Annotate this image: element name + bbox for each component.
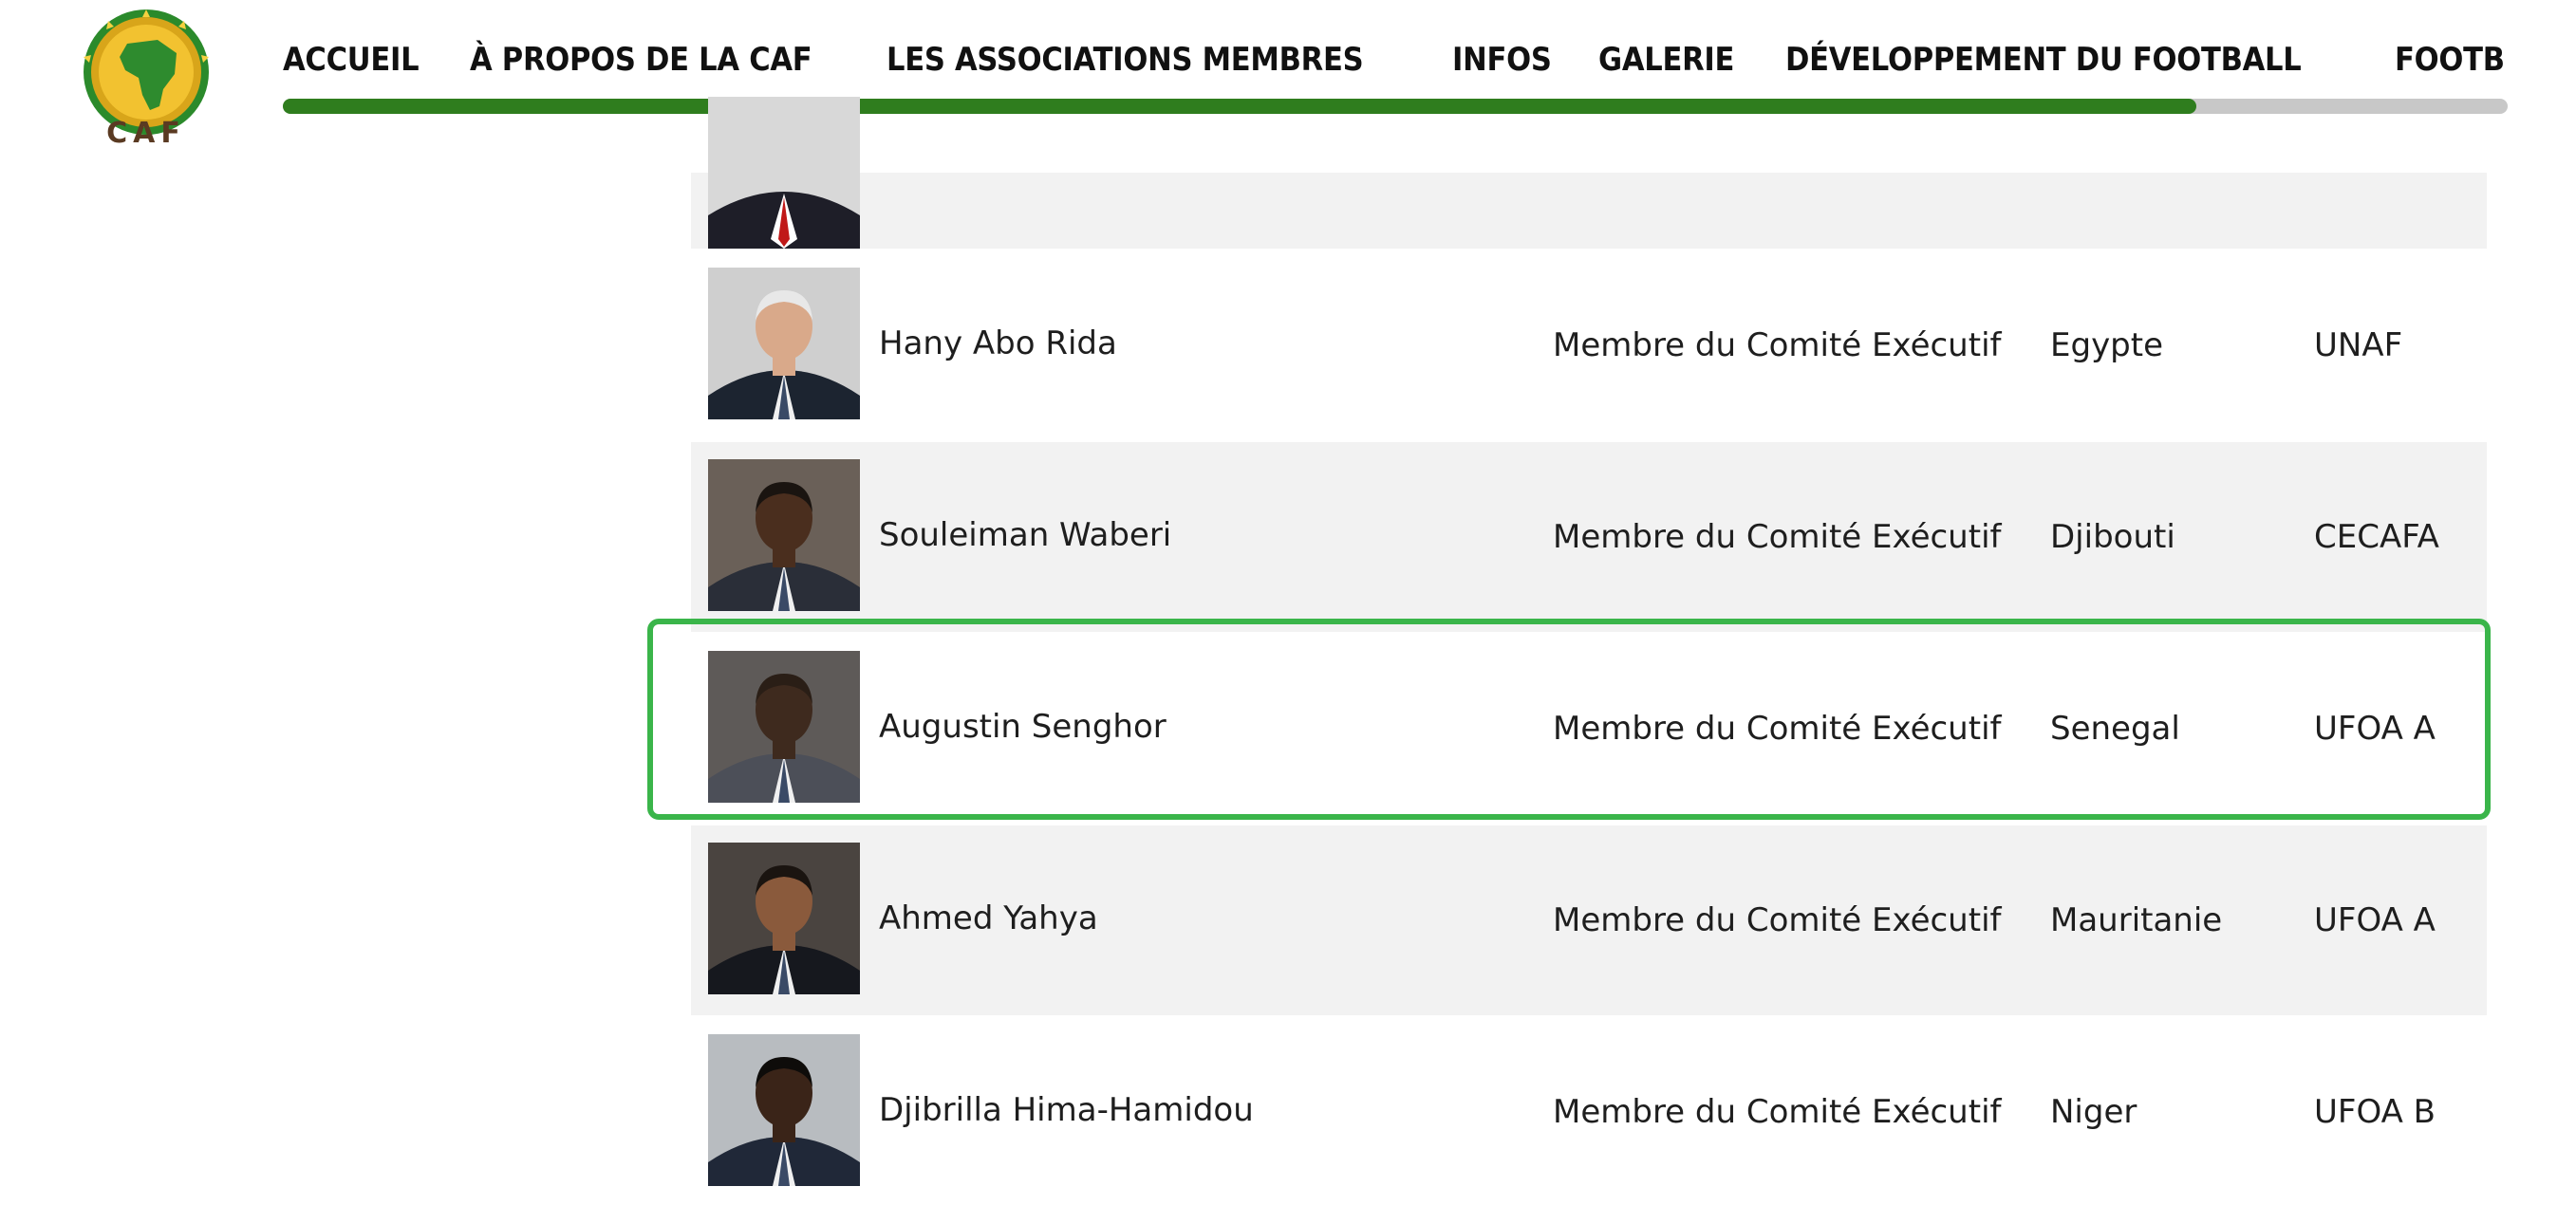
nav-item[interactable]: À PROPOS DE LA CAF [470,36,812,83]
member-country: Egypte [2050,326,2164,364]
member-country: Senegal [2050,710,2180,748]
member-name: Djibrilla Hima-Hamidou [879,1091,1254,1129]
main-nav: ACCUEIL À PROPOS DE LA CAF LES ASSOCIATION… [283,36,2504,83]
table-row[interactable]: Hany Abo Rida Membre du Comité Exécutif Eg… [691,250,2487,442]
members-table: Hany Abo Rida Membre du Comité Exécutif Eg… [691,97,2487,1205]
member-role: Membre du Comité Exécutif [1553,710,2002,748]
caf-logo[interactable]: CAF [70,8,222,146]
member-zone: UFOA A [2314,710,2436,748]
member-photo [708,1034,860,1186]
nav-item[interactable]: DÉVELOPPEMENT DU FOOTBALL [1785,36,2302,83]
nav-item[interactable]: FOOTBALL FÉMININ [2395,36,2504,83]
svg-text:CAF: CAF [106,117,186,146]
nav-scrollbar[interactable] [283,99,2508,114]
nav-item[interactable]: INFOS [1452,36,1552,83]
nav-item[interactable]: LES ASSOCIATIONS MEMBRES [887,36,1364,83]
nav-item[interactable]: GALERIE [1598,36,1734,83]
member-zone: UFOA A [2314,901,2436,939]
member-country: Mauritanie [2050,901,2223,939]
member-name: Souleiman Waberi [879,516,1172,554]
member-name: Augustin Senghor [879,708,1167,746]
member-zone: CECAFA [2314,518,2439,556]
member-country: Niger [2050,1093,2137,1131]
nav-item[interactable]: ACCUEIL [283,36,420,83]
table-row-partial [691,97,2487,250]
member-zone: UNAF [2314,326,2403,364]
member-role: Membre du Comité Exécutif [1553,901,2002,939]
caf-logo-icon: CAF [84,9,209,146]
page: CAF ACCUEIL À PROPOS DE LA CAF LES ASSOCIA… [0,0,2576,1205]
member-role: Membre du Comité Exécutif [1553,1093,2002,1131]
member-photo [708,268,860,419]
table-row[interactable]: Djibrilla Hima-Hamidou Membre du Comité E… [691,1017,2487,1205]
nav-scrollbar-thumb[interactable] [283,99,2196,114]
member-photo [708,651,860,803]
table-row[interactable]: Augustin Senghor Membre du Comité Exécuti… [691,634,2487,825]
table-row[interactable]: Souleiman Waberi Membre du Comité Exécuti… [691,442,2487,634]
table-row[interactable]: Ahmed Yahya Membre du Comité Exécutif Maur… [691,825,2487,1017]
member-role: Membre du Comité Exécutif [1553,518,2002,556]
member-country: Djibouti [2050,518,2175,556]
member-role: Membre du Comité Exécutif [1553,326,2002,364]
member-zone: UFOA B [2314,1093,2436,1131]
member-name: Ahmed Yahya [879,899,1098,937]
member-photo [708,843,860,994]
member-name: Hany Abo Rida [879,324,1117,362]
member-photo [708,97,860,249]
member-photo [708,459,860,611]
